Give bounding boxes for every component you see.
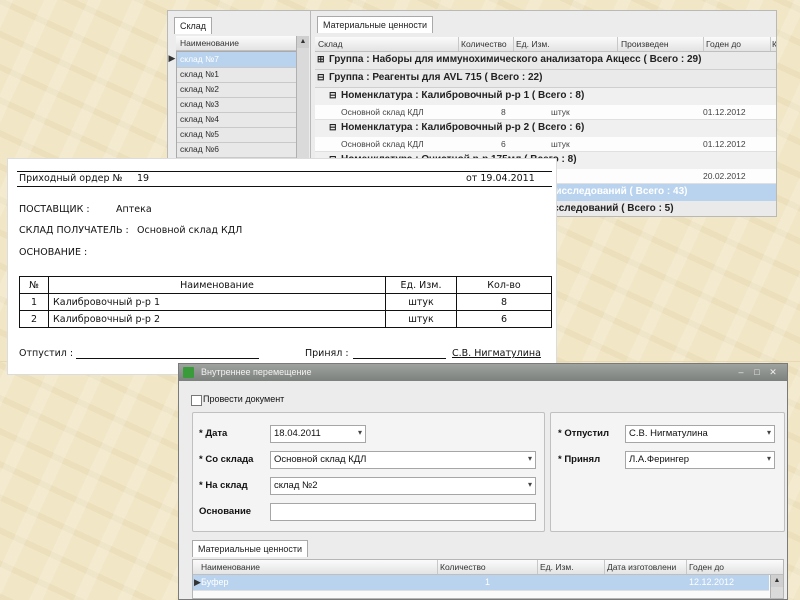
maximize-icon[interactable]: □ <box>751 367 763 378</box>
list-item[interactable]: склад №2 <box>177 82 297 98</box>
collapse-icon[interactable]: ⊟ <box>329 90 337 101</box>
released-label: Отпустил : <box>19 348 74 359</box>
minimize-icon[interactable]: – <box>735 367 747 378</box>
window-title: Внутреннее перемещение <box>201 367 312 377</box>
sklad-list-header: Наименование <box>176 36 307 51</box>
basis-label: Основание <box>199 506 252 517</box>
col-qty-header: Кол-во <box>456 276 552 294</box>
close-icon[interactable]: ✕ <box>767 367 779 378</box>
basis-label: ОСНОВАНИЕ : <box>19 247 88 258</box>
post-document-label: Провести документ <box>203 394 285 404</box>
table-row: 2 Калибровочный р-р 2 штук 6 <box>19 310 552 328</box>
group-row[interactable]: ⊞ Группа : Наборы для иммунохимического … <box>315 52 776 70</box>
col-made-header[interactable]: Дата изготовлени <box>607 562 676 572</box>
list-item[interactable]: склад №3 <box>177 97 297 113</box>
col-qty-header[interactable]: Количество <box>440 562 486 572</box>
supplier-value: Аптека <box>116 204 152 215</box>
col-name-header: Наименование <box>48 276 386 294</box>
chevron-down-icon[interactable]: ▾ <box>767 454 771 463</box>
transfer-grid-scrollbar[interactable]: ▲ <box>770 575 783 598</box>
collapse-icon[interactable]: ⊟ <box>317 72 325 83</box>
list-item[interactable]: склад №7 <box>177 52 297 68</box>
recipient-value: Основной склад КДЛ <box>137 225 243 236</box>
materials-grid-header: Склад Количество Ед. Изм. Произведен Год… <box>315 37 776 52</box>
col-unit-header[interactable]: Ед. Изм. <box>540 562 574 572</box>
col-expiry-header[interactable]: Годен до <box>689 562 724 572</box>
sklad-scrollbar[interactable]: ▲ <box>296 36 309 161</box>
group-row[interactable]: ⊟ Группа : Реагенты для AVL 715 ( Всего … <box>315 70 776 88</box>
from-warehouse-label: * Со склада <box>199 454 254 465</box>
date-picker[interactable]: 18.04.2011 ▾ <box>270 425 366 443</box>
col-name-header[interactable]: Наименование <box>201 562 260 572</box>
receipt-table: № Наименование Ед. Изм. Кол-во 1 Калибро… <box>19 276 552 328</box>
released-signature-line <box>76 358 259 359</box>
basis-input[interactable] <box>270 503 536 521</box>
released-by-label: * Отпустил <box>558 428 609 439</box>
sklad-panel: Склад Наименование склад №7 склад №1 скл… <box>167 10 312 167</box>
receipt-title: Приходный ордер № <box>19 173 123 184</box>
table-row-selected[interactable]: ▶ Буфер 1 12.12.2012 <box>193 575 769 591</box>
col-num-header: № <box>19 276 49 294</box>
to-warehouse-label: * На склад <box>199 480 248 491</box>
from-warehouse-select[interactable]: Основной склад КДЛ ▾ <box>270 451 536 469</box>
receipt-document: Приходный ордер № 19 от 19.04.2011 ПОСТА… <box>7 158 557 375</box>
col-unit-header[interactable]: Ед. Изм. <box>516 39 550 49</box>
current-row-indicator-icon: ▶ <box>168 53 176 63</box>
chevron-down-icon[interactable]: ▾ <box>528 454 532 463</box>
col-produced-header[interactable]: Произведен <box>621 39 669 49</box>
table-row[interactable]: Основной склад КДЛ 8 штук 01.12.2012 <box>315 105 776 120</box>
transfer-items-grid: Наименование Количество Ед. Изм. Дата из… <box>192 559 784 599</box>
nomenclature-row[interactable]: ⊟ Номенклатура : Калибровочный р-р 1 ( В… <box>315 88 776 106</box>
col-sklad-header[interactable]: Склад <box>318 39 343 49</box>
chevron-down-icon[interactable]: ▾ <box>358 428 362 437</box>
receipt-date: от 19.04.2011 <box>466 173 535 184</box>
col-k-header[interactable]: К <box>772 39 776 49</box>
table-row[interactable]: Основной склад КДЛ 6 штук 01.12.2012 <box>315 137 776 152</box>
collapse-icon[interactable]: ⊟ <box>329 122 337 133</box>
transfer-window: Внутреннее перемещение – □ ✕ Провести до… <box>178 363 788 600</box>
accepted-name: С.В. Нигматулина <box>452 348 541 359</box>
nomenclature-row[interactable]: ⊟ Номенклатура : Калибровочный р-р 2 ( В… <box>315 120 776 138</box>
released-by-select[interactable]: С.В. Нигматулина ▾ <box>625 425 775 443</box>
accepted-signature-line <box>353 358 446 359</box>
list-item[interactable]: склад №1 <box>177 67 297 83</box>
col-qty-header[interactable]: Количество <box>461 39 507 49</box>
tab-sklad[interactable]: Склад <box>174 17 213 34</box>
list-item[interactable]: склад №5 <box>177 127 297 143</box>
app-icon <box>183 367 194 378</box>
accepted-by-select[interactable]: Л.А.Ферингер ▾ <box>625 451 775 469</box>
scroll-up-icon[interactable]: ▲ <box>771 575 783 587</box>
tab-transfer-materials[interactable]: Материальные ценности <box>192 540 309 557</box>
col-unit-header: Ед. Изм. <box>385 276 457 294</box>
col-expiry-header[interactable]: Годен до <box>706 39 741 49</box>
table-row: 1 Калибровочный р-р 1 штук 8 <box>19 293 552 311</box>
chevron-down-icon[interactable]: ▾ <box>767 428 771 437</box>
to-warehouse-select[interactable]: склад №2 ▾ <box>270 477 536 495</box>
scroll-up-icon[interactable]: ▲ <box>297 36 309 48</box>
supplier-label: ПОСТАВЩИК : <box>19 204 90 215</box>
list-item[interactable]: склад №6 <box>177 142 297 158</box>
receipt-number: 19 <box>137 173 150 184</box>
accepted-by-label: * Принял <box>558 454 601 465</box>
sklad-list: склад №7 склад №1 склад №2 склад №3 скла… <box>176 51 298 167</box>
tab-materials[interactable]: Материальные ценности <box>317 16 434 33</box>
transfer-grid-header: Наименование Количество Ед. Изм. Дата из… <box>193 560 783 575</box>
recipient-label: СКЛАД ПОЛУЧАТЕЛЬ : <box>19 225 129 236</box>
expand-icon[interactable]: ⊞ <box>317 54 325 65</box>
chevron-down-icon[interactable]: ▾ <box>528 480 532 489</box>
list-item[interactable]: склад №4 <box>177 112 297 128</box>
window-titlebar[interactable]: Внутреннее перемещение – □ ✕ <box>179 364 787 381</box>
accepted-label: Принял : <box>305 348 349 359</box>
current-row-indicator-icon: ▶ <box>194 577 201 587</box>
date-label: * Дата <box>199 428 228 439</box>
post-document-checkbox[interactable] <box>191 395 202 406</box>
column-name-header[interactable]: Наименование <box>180 38 239 48</box>
